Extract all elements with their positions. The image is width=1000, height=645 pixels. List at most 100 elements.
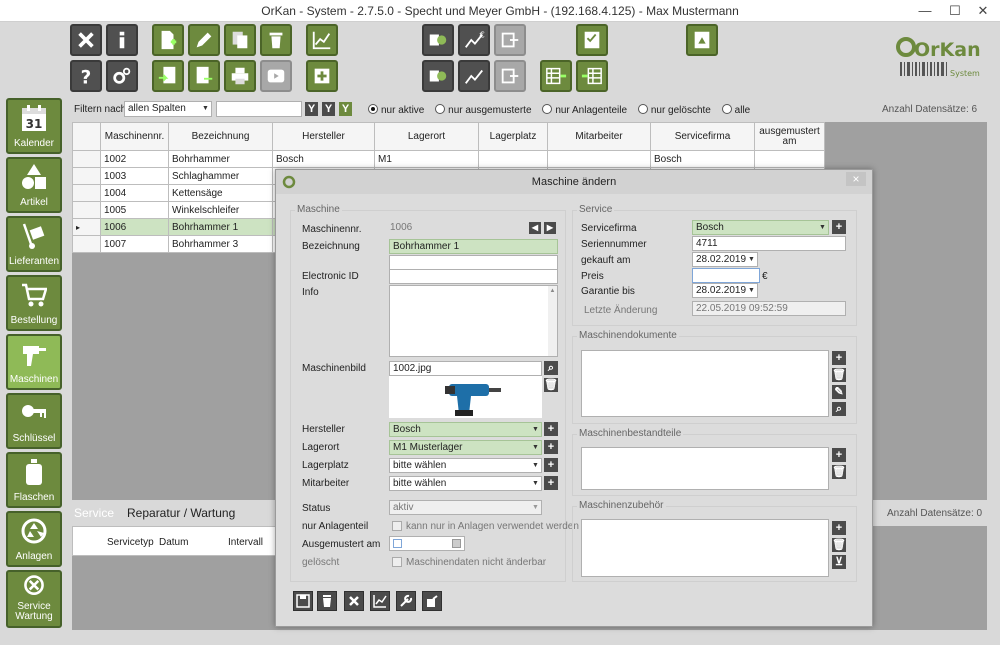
sidebar-item-flaschen[interactable]: Flaschen [6, 452, 62, 508]
add-part-button[interactable] [306, 60, 338, 92]
preis-input[interactable] [692, 268, 760, 283]
dialog-close-button[interactable]: × [846, 172, 866, 186]
table-cell[interactable]: Bohrhammer 3 [168, 235, 273, 253]
row-selector[interactable]: ▸ [72, 218, 101, 236]
ausgemustert-date-input[interactable] [389, 536, 465, 551]
row-selector[interactable] [72, 150, 101, 168]
radio-nur-geloeschte[interactable]: nur gelöschte [637, 104, 711, 116]
add-part-icon[interactable]: + [832, 448, 846, 462]
next-record-icon[interactable]: ▶ [544, 222, 556, 234]
excel-import-button[interactable] [152, 60, 184, 92]
table-cell[interactable] [478, 150, 548, 168]
lagerort-select[interactable]: M1 Musterlager ▼ [389, 440, 542, 455]
electronic-id-input[interactable] [389, 269, 558, 284]
bezeichnung-input[interactable]: Bohrhammer 1 [389, 239, 558, 254]
grid-remove-button[interactable] [576, 60, 608, 92]
copy-button[interactable] [224, 24, 256, 56]
cost-chart-button[interactable]: € [458, 24, 490, 56]
info-textarea[interactable]: ▲▼ [389, 285, 558, 357]
minimize-icon[interactable]: — [910, 2, 940, 20]
table-cell[interactable]: Winkelschleifer [168, 201, 273, 219]
table-cell[interactable]: 1003 [100, 167, 169, 185]
grid-add-button[interactable] [540, 60, 572, 92]
book-out-button[interactable] [422, 24, 454, 56]
row-selector[interactable] [72, 167, 101, 185]
statistics-button[interactable] [306, 24, 338, 56]
edit-document-icon[interactable]: ✎ [832, 385, 846, 399]
book-in-button[interactable] [422, 60, 454, 92]
table-cell[interactable]: Kettensäge [168, 184, 273, 202]
sidebar-item-artikel[interactable]: Artikel [6, 157, 62, 213]
sidebar-item-maschinen[interactable]: Maschinen [6, 334, 62, 390]
column-header[interactable]: Bezeichnung [168, 122, 273, 151]
add-document-icon[interactable]: + [832, 351, 846, 365]
date-checkbox[interactable] [393, 539, 402, 548]
column-header[interactable]: Servicefirma [650, 122, 755, 151]
table-cell[interactable]: Bosch [650, 150, 755, 168]
delete-accessory-icon[interactable]: 🗑 [832, 538, 846, 552]
add-lagerplatz-icon[interactable]: + [544, 458, 558, 472]
sidebar-item-bestellung[interactable]: Bestellung [6, 275, 62, 331]
delete-button[interactable] [260, 24, 292, 56]
filter-clear-icon[interactable]: Y [322, 102, 335, 116]
radio-nur-ausgemusterte[interactable]: nur ausgemusterte [435, 104, 532, 116]
refuel-button[interactable] [422, 591, 442, 611]
anlagenteil-checkbox[interactable] [392, 521, 402, 531]
delete-record-button[interactable] [317, 591, 337, 611]
row-selector[interactable] [72, 235, 101, 253]
hersteller-select[interactable]: Bosch ▼ [389, 422, 542, 437]
filter-icon[interactable]: Y [305, 102, 318, 116]
filter-advanced-icon[interactable]: Y [339, 102, 352, 116]
table-cell[interactable]: Schlaghammer [168, 167, 273, 185]
bezeichnung-2-input[interactable] [389, 255, 558, 270]
maschinenbild-input[interactable]: 1002.jpg [389, 361, 542, 376]
documents-list[interactable] [581, 350, 829, 417]
table-cell[interactable]: 1005 [100, 201, 169, 219]
column-header[interactable]: Datum [159, 537, 188, 548]
radio-nur-aktive[interactable]: nur aktive [368, 104, 424, 116]
table-cell[interactable]: 1007 [100, 235, 169, 253]
table-cell[interactable]: Bohrhammer [168, 150, 273, 168]
cancel-button[interactable] [344, 591, 364, 611]
cart-accessory-icon[interactable]: ⊻ [832, 555, 846, 569]
excel-export-button[interactable] [188, 60, 220, 92]
save-button[interactable] [293, 591, 313, 611]
return-button[interactable] [494, 24, 526, 56]
new-button[interactable] [152, 24, 184, 56]
servicefirma-select[interactable]: Bosch ▼ [692, 220, 829, 235]
maximize-icon[interactable]: ☐ [940, 2, 970, 20]
close-window-icon[interactable]: ✕ [968, 2, 998, 20]
scrollbar[interactable]: ▲▼ [548, 286, 557, 356]
row-selector[interactable] [72, 184, 101, 202]
settings-button[interactable] [106, 60, 138, 92]
calendar-picker-icon[interactable] [452, 539, 461, 548]
lagerplatz-select[interactable]: bitte wählen ▼ [389, 458, 542, 473]
checklist-button[interactable] [576, 24, 608, 56]
table-cell[interactable]: 1002 [100, 150, 169, 168]
garantie-date-input[interactable]: 28.02.2019 ▼ [692, 283, 758, 298]
table-cell[interactable]: 1004 [100, 184, 169, 202]
column-header[interactable]: Maschinennr. [100, 122, 169, 151]
table-cell[interactable] [547, 150, 651, 168]
column-header[interactable]: Servicetyp [107, 537, 154, 548]
status-select[interactable]: aktiv ▼ [389, 500, 542, 515]
radio-nur-anlagenteile[interactable]: nur Anlagenteile [542, 104, 627, 116]
previous-record-icon[interactable]: ◀ [529, 222, 541, 234]
statistics-dialog-button[interactable] [370, 591, 390, 611]
delete-image-icon[interactable]: 🗑 [544, 378, 558, 392]
add-accessory-icon[interactable]: + [832, 521, 846, 535]
accessories-list[interactable] [581, 519, 829, 577]
search-image-icon[interactable]: ⌕ [544, 361, 558, 375]
add-lagerort-icon[interactable]: + [544, 440, 558, 454]
exit-button[interactable] [70, 24, 102, 56]
delete-document-icon[interactable]: 🗑 [832, 368, 846, 382]
add-servicefirma-icon[interactable]: + [832, 220, 846, 234]
add-hersteller-icon[interactable]: + [544, 422, 558, 436]
radio-alle[interactable]: alle [721, 104, 750, 116]
table-cell[interactable]: Bohrhammer 1 [168, 218, 273, 236]
info-button[interactable] [106, 24, 138, 56]
video-button[interactable] [260, 60, 292, 92]
row-selector[interactable] [72, 201, 101, 219]
column-header[interactable]: ausgemustert am [754, 122, 825, 151]
sidebar-item-schluessel[interactable]: Schlüssel [6, 393, 62, 449]
